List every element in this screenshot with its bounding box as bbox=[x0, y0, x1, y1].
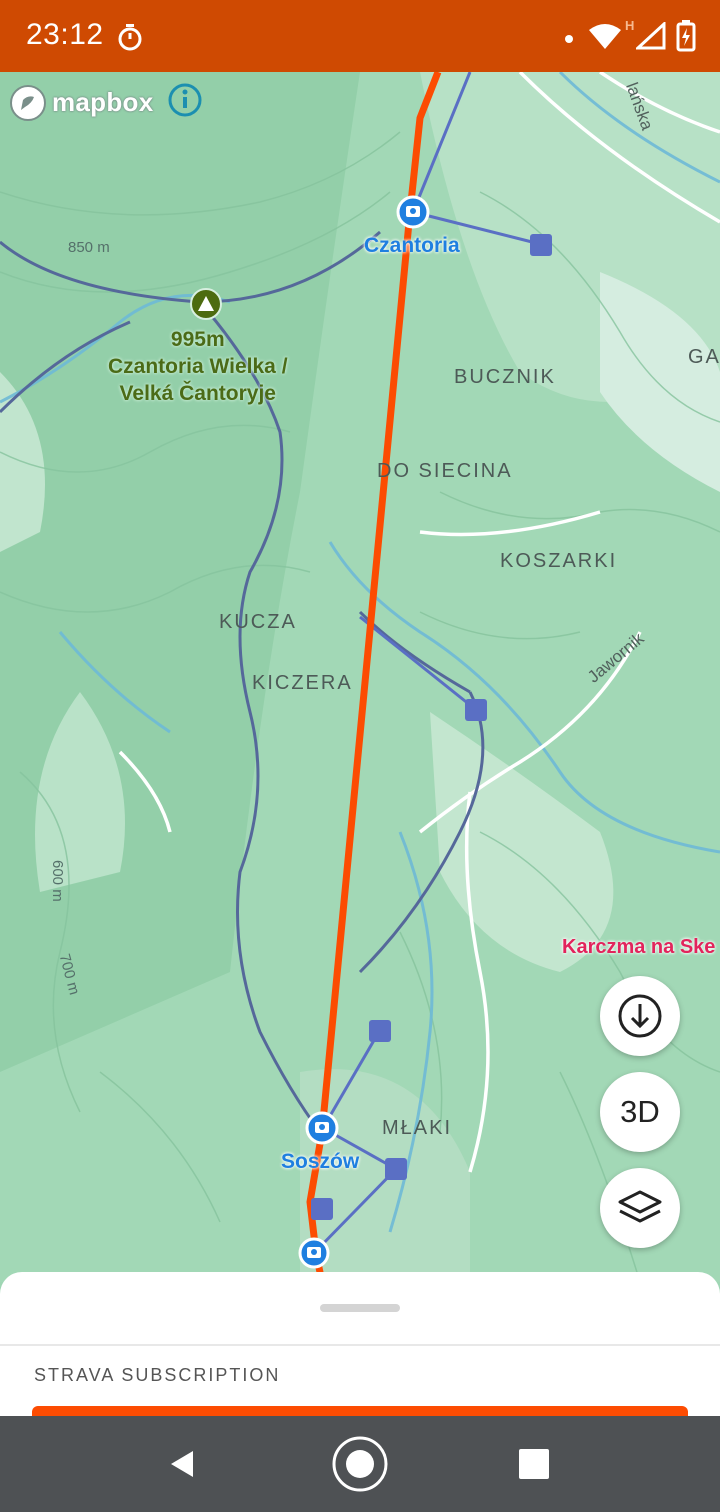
peak-label: 995m Czantoria Wielka / Velká Čantoryje bbox=[108, 326, 288, 407]
sheet-divider bbox=[0, 1344, 720, 1346]
info-icon[interactable] bbox=[167, 82, 203, 123]
mapbox-logo-text: mapbox bbox=[52, 87, 154, 117]
lift-marker-lower bbox=[298, 1237, 330, 1269]
3d-label: 3D bbox=[620, 1094, 660, 1129]
mapbox-logo-icon bbox=[10, 84, 46, 121]
lift-station-label[interactable]: Czantoria bbox=[364, 234, 460, 258]
layers-icon bbox=[618, 1190, 662, 1223]
contour-label: 850 m bbox=[68, 239, 110, 256]
system-nav-bar bbox=[0, 1416, 720, 1512]
status-bar: 23:12 H bbox=[0, 0, 720, 72]
recents-button[interactable] bbox=[504, 1434, 564, 1494]
download-icon bbox=[618, 994, 662, 1038]
notification-dot-icon bbox=[564, 31, 574, 49]
download-button[interactable] bbox=[600, 976, 680, 1056]
mapbox-attribution: mapbox bbox=[8, 82, 203, 123]
peak-elevation: 995m bbox=[170, 328, 225, 351]
status-time: 23:12 bbox=[26, 18, 104, 51]
place-label: BUCZNIK bbox=[454, 366, 556, 388]
place-label: KICZERA bbox=[252, 672, 353, 694]
peak-name-alt: Velká Čantoryje bbox=[119, 382, 276, 405]
bottom-sheet[interactable]: STRAVA SUBSCRIPTION bbox=[0, 1272, 720, 1432]
stopwatch-icon bbox=[116, 22, 144, 57]
peak-name: Czantoria Wielka / bbox=[108, 355, 288, 378]
3d-toggle-button[interactable]: 3D bbox=[600, 1072, 680, 1152]
place-label: KOSZARKI bbox=[500, 550, 618, 572]
wifi-icon bbox=[588, 22, 622, 55]
back-icon bbox=[171, 1451, 193, 1477]
contour-label: 600 m bbox=[49, 860, 66, 902]
peak-marker bbox=[190, 288, 222, 320]
recents-icon bbox=[519, 1449, 549, 1479]
home-icon bbox=[332, 1436, 388, 1492]
poi-label[interactable]: Karczma na Ske bbox=[562, 936, 715, 959]
layers-button[interactable] bbox=[600, 1168, 680, 1248]
home-button[interactable] bbox=[330, 1434, 390, 1494]
sheet-drag-handle[interactable] bbox=[320, 1304, 400, 1312]
lift-marker-czantoria bbox=[396, 195, 430, 229]
lift-marker-soszow bbox=[305, 1111, 339, 1145]
place-label: MŁAKI bbox=[382, 1117, 453, 1139]
signal-icon bbox=[634, 20, 666, 55]
subscription-heading: STRAVA SUBSCRIPTION bbox=[34, 1365, 281, 1385]
place-label: GA bbox=[688, 346, 720, 368]
place-label: DO SIECINA bbox=[377, 460, 513, 482]
battery-charging-icon bbox=[676, 20, 696, 57]
back-button[interactable] bbox=[152, 1434, 212, 1494]
lift-station-label[interactable]: Soszów bbox=[281, 1150, 359, 1174]
place-label: KUCZA bbox=[219, 611, 297, 633]
map-view[interactable]: mapbox 850 m 600 m 700 m 995m Czantoria … bbox=[0, 72, 720, 1282]
network-badge: H bbox=[625, 18, 635, 33]
